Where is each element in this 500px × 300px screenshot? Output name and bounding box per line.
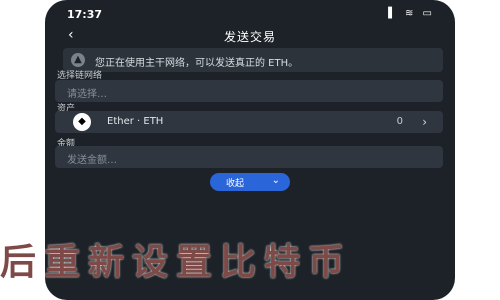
status-icons: ▌ ≋ ▭: [388, 8, 435, 19]
ethereum-icon: ◆: [73, 113, 91, 131]
collapse-button[interactable]: 收起 ⌄: [210, 173, 290, 191]
collapse-label: 收起: [226, 179, 245, 189]
notice-text: 您正在使用主干网络，可以发送真正的 ETH。: [95, 58, 299, 69]
chevron-down-icon: ⌄: [271, 175, 280, 186]
asset-name: Ether · ETH: [107, 116, 164, 127]
asset-select[interactable]: ◆ Ether · ETH 0 ›: [55, 111, 443, 133]
status-time: 17:37: [67, 8, 103, 21]
amount-placeholder: 发送金额…: [67, 155, 117, 166]
network-placeholder: 请选择…: [67, 89, 107, 100]
header: ‹ 发送交易: [45, 24, 455, 48]
amount-input[interactable]: 发送金额…: [55, 146, 443, 168]
overlay-text: 后重新设置比特币: [0, 241, 353, 283]
chevron-right-icon: ›: [422, 115, 427, 129]
network-select[interactable]: 请选择…: [55, 80, 443, 102]
page-title: 发送交易: [223, 30, 276, 44]
asset-balance: 0: [396, 116, 403, 127]
mainnet-notice: ▲ 您正在使用主干网络，可以发送真正的 ETH。: [63, 48, 443, 72]
warning-icon: ▲: [71, 53, 85, 67]
